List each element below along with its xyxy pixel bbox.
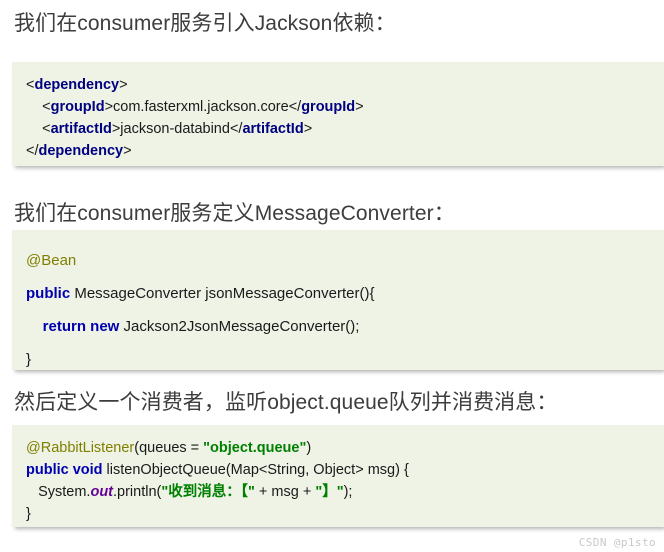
- code-token: "】": [315, 484, 344, 500]
- code-token: >: [123, 143, 132, 159]
- code-token: </: [26, 143, 39, 159]
- code-token: >com.fasterxml.jackson.core</: [104, 99, 302, 115]
- code-line: </dependency>: [26, 140, 650, 162]
- section-heading-jackson-dependency: 我们在consumer服务引入Jackson依赖：: [14, 12, 396, 35]
- code-token: >: [355, 99, 364, 115]
- code-token: (queues =: [134, 440, 204, 456]
- code-line: }: [26, 343, 650, 370]
- code-line: return new Jackson2JsonMessageConverter(…: [26, 310, 650, 343]
- code-token: >: [119, 77, 128, 93]
- code-line: <dependency>: [26, 74, 650, 96]
- code-token: >: [303, 121, 313, 137]
- code-token: listenObjectQueue(Map<String, Object> ms…: [102, 462, 409, 478]
- section-heading-object-queue-consumer: 然后定义一个消费者，监听object.queue队列并消费消息：: [14, 391, 558, 414]
- code-token: System.: [26, 484, 91, 500]
- code-line: }: [26, 503, 650, 525]
- code-token: MessageConverter jsonMessageConverter(){: [70, 285, 375, 302]
- code-token: groupId: [50, 99, 105, 115]
- code-token: artifactId: [242, 121, 304, 137]
- code-line: @Bean: [26, 244, 650, 277]
- code-token: );: [343, 484, 353, 500]
- code-line: public void listenObjectQueue(Map<String…: [26, 459, 650, 481]
- code-token: out: [90, 484, 114, 500]
- code-block-java-rabbit-listener: @RabbitListener(queues = "object.queue")…: [12, 425, 664, 527]
- code-token: public: [26, 285, 71, 302]
- code-line: public MessageConverter jsonMessageConve…: [26, 277, 650, 310]
- code-token: .println(: [113, 484, 162, 500]
- code-token: return new: [42, 318, 120, 335]
- code-line: <artifactId>jackson-databind</artifactId…: [26, 118, 650, 140]
- code-line: @RabbitListener(queues = "object.queue"): [26, 437, 650, 459]
- code-token: }: [26, 351, 32, 368]
- code-token: @RabbitListener: [26, 440, 135, 456]
- code-block-java-message-converter: @Bean public MessageConverter jsonMessag…: [12, 230, 664, 370]
- code-token: public void: [26, 462, 103, 478]
- code-block-xml-dependency: <dependency> <groupId>com.fasterxml.jack…: [12, 62, 664, 166]
- code-token: artifactId: [50, 121, 112, 137]
- document-page: 我们在consumer服务引入Jackson依赖： <dependency> <…: [0, 0, 664, 552]
- code-token: <: [26, 99, 51, 115]
- code-line: System.out.println("收到消息：【" + msg + "】")…: [26, 481, 650, 503]
- code-line: <groupId>com.fasterxml.jackson.core</gro…: [26, 96, 650, 118]
- code-token: ): [306, 440, 312, 456]
- code-token: dependency: [34, 77, 120, 93]
- code-token: <: [26, 121, 51, 137]
- code-token: + msg +: [254, 484, 316, 500]
- code-token: "object.queue": [203, 440, 307, 456]
- section-heading-message-converter: 我们在consumer服务定义MessageConverter：: [14, 202, 455, 225]
- code-token: "收到消息：【": [161, 484, 255, 500]
- code-token: @Bean: [26, 252, 77, 269]
- code-token: dependency: [38, 143, 124, 159]
- csdn-watermark: CSDN @p1sto: [578, 536, 656, 549]
- code-token: Jackson2JsonMessageConverter();: [119, 318, 360, 335]
- code-token: }: [26, 506, 31, 522]
- code-token: groupId: [301, 99, 356, 115]
- code-token: >jackson-databind</: [111, 121, 243, 137]
